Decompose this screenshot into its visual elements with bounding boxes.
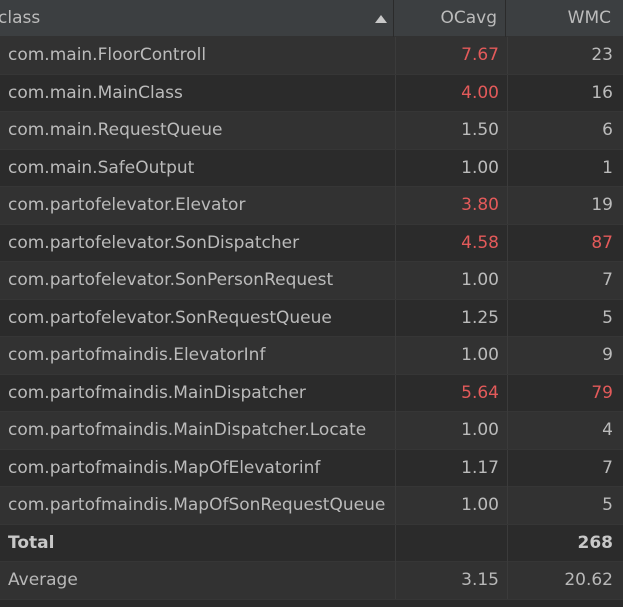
class-name-cell: com.partofmaindis.MapOfElevatorinf	[0, 449, 396, 487]
column-header-ocavg-label: OCavg	[440, 8, 497, 28]
wmc-cell: 4	[602, 420, 613, 440]
class-name-cell: com.partofmaindis.MainDispatcher.Locate	[0, 412, 396, 449]
column-header-ocavg[interactable]: OCavg	[394, 0, 506, 37]
ocavg-cell: 1.00	[396, 149, 508, 187]
wmc-cell: 16	[591, 82, 613, 103]
wmc-cell: 7	[602, 270, 613, 290]
table-body: com.main.FloorControll 7.67 23 com.main.Mai…	[0, 37, 623, 600]
table-row[interactable]: com.main.FloorControll 7.67 23	[0, 37, 623, 75]
ocavg-cell: 3.80	[396, 187, 508, 224]
total-ocavg-cell	[396, 524, 508, 562]
table-header: class OCavg WMC	[0, 0, 623, 37]
table-row[interactable]: com.main.RequestQueue 1.50 6	[0, 112, 623, 150]
table-row[interactable]: com.partofmaindis.ElevatorInf 1.00 9	[0, 337, 623, 375]
ocavg-cell: 1.00	[396, 487, 508, 524]
class-name-cell: com.main.RequestQueue	[0, 112, 396, 149]
class-name-cell: com.partofmaindis.MainDispatcher	[0, 374, 396, 412]
table-row[interactable]: com.partofelevator.SonDispatcher 4.58 87	[0, 224, 623, 262]
class-name-cell: com.partofmaindis.ElevatorInf	[0, 337, 396, 374]
table-row[interactable]: com.partofmaindis.MainDispatcher 5.64 79	[0, 374, 623, 412]
wmc-cell: 23	[591, 45, 613, 65]
column-header-wmc-label: WMC	[567, 8, 611, 28]
ocavg-cell: 4.00	[396, 74, 508, 112]
wmc-cell: 1	[602, 157, 613, 178]
table-row[interactable]: com.main.SafeOutput 1.00 1	[0, 149, 623, 187]
class-name-cell: com.partofelevator.SonPersonRequest	[0, 262, 396, 299]
wmc-cell: 6	[602, 120, 613, 140]
class-name-cell: com.partofelevator.Elevator	[0, 187, 396, 224]
table-row[interactable]: com.partofelevator.SonPersonRequest 1.00 7	[0, 262, 623, 300]
class-name-cell: com.partofelevator.SonDispatcher	[0, 224, 396, 262]
ocavg-cell: 1.17	[396, 449, 508, 487]
ocavg-cell: 1.00	[396, 262, 508, 299]
class-name-cell: com.main.MainClass	[0, 74, 396, 112]
column-header-class[interactable]: class	[0, 0, 394, 37]
wmc-cell: 5	[602, 495, 613, 515]
ocavg-cell: 5.64	[396, 374, 508, 412]
class-name-cell: com.partofelevator.SonRequestQueue	[0, 299, 396, 337]
table-row[interactable]: com.partofelevator.Elevator 3.80 19	[0, 187, 623, 225]
total-label: Total	[0, 524, 396, 562]
ocavg-cell: 1.00	[396, 412, 508, 449]
wmc-cell: 79	[591, 382, 613, 403]
table-row[interactable]: com.partofmaindis.MainDispatcher.Locate 1…	[0, 412, 623, 450]
ocavg-cell: 1.00	[396, 337, 508, 374]
wmc-cell: 87	[591, 232, 613, 253]
average-row: Average 3.15 20.62	[0, 562, 623, 600]
column-header-wmc[interactable]: WMC	[506, 0, 621, 37]
wmc-cell: 5	[602, 307, 613, 328]
ocavg-cell: 1.25	[396, 299, 508, 337]
class-name-cell: com.partofmaindis.MapOfSonRequestQueue	[0, 487, 396, 524]
sort-ascending-icon[interactable]	[373, 0, 389, 37]
ocavg-cell: 1.50	[396, 112, 508, 149]
class-name-cell: com.main.FloorControll	[0, 37, 396, 74]
wmc-cell: 7	[602, 457, 613, 478]
metrics-table: class OCavg WMC com.main.FloorControll 7.…	[0, 0, 623, 607]
table-row[interactable]: com.partofelevator.SonRequestQueue 1.25 5	[0, 299, 623, 337]
total-row: Total 268	[0, 524, 623, 562]
table-row[interactable]: com.main.MainClass 4.00 16	[0, 74, 623, 112]
column-header-class-label: class	[0, 8, 41, 28]
wmc-cell: 19	[591, 195, 613, 215]
ocavg-cell: 4.58	[396, 224, 508, 262]
average-label: Average	[0, 562, 396, 599]
average-wmc-cell: 20.62	[564, 570, 613, 590]
class-name-cell: com.main.SafeOutput	[0, 149, 396, 187]
table-row[interactable]: com.partofmaindis.MapOfSonRequestQueue 1.…	[0, 487, 623, 525]
ocavg-cell: 7.67	[396, 37, 508, 74]
total-wmc-cell: 268	[577, 532, 614, 553]
table-row[interactable]: com.partofmaindis.MapOfElevatorinf 1.17 7	[0, 449, 623, 487]
wmc-cell: 9	[602, 345, 613, 365]
average-ocavg-cell: 3.15	[396, 562, 508, 599]
